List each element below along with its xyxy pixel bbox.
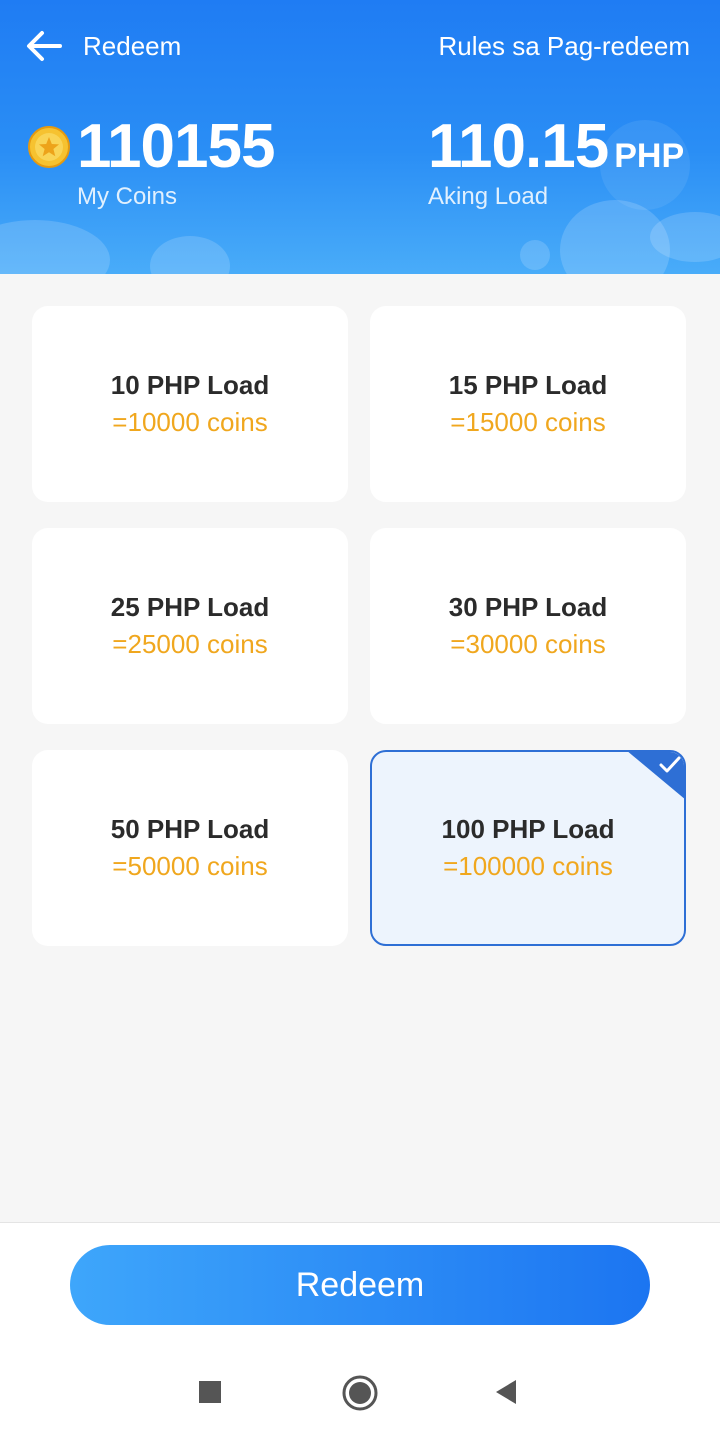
rules-link[interactable]: Rules sa Pag-redeem <box>439 30 690 62</box>
load-option-card[interactable]: 25 PHP Load =25000 coins <box>32 528 348 724</box>
redeem-button[interactable]: Redeem <box>70 1245 650 1325</box>
arrow-left-icon <box>27 31 62 61</box>
option-cost: =15000 coins <box>450 407 606 437</box>
option-cost: =50000 coins <box>112 851 268 881</box>
option-cost: =30000 coins <box>450 629 606 659</box>
page-title: Redeem <box>83 31 182 61</box>
selected-corner-badge <box>628 752 684 799</box>
option-cost: =10000 coins <box>112 407 268 437</box>
load-option-card[interactable]: 10 PHP Load =10000 coins <box>32 306 348 502</box>
coins-balance: 110155 <box>77 112 275 181</box>
decor-bubble <box>520 240 550 270</box>
circle-icon[interactable] <box>341 1374 379 1412</box>
triangle-back-icon[interactable] <box>494 1379 518 1405</box>
option-name: 10 PHP Load <box>110 370 270 400</box>
option-name: 15 PHP Load <box>448 370 608 400</box>
bottom-action-bar: Redeem <box>0 1222 720 1344</box>
header: Redeem Rules sa Pag-redeem 110155 My Coi… <box>0 0 720 274</box>
decor-bubble <box>150 236 230 274</box>
option-cost: =100000 coins <box>443 851 613 881</box>
option-name: 50 PHP Load <box>110 814 270 844</box>
square-icon[interactable] <box>198 1380 222 1404</box>
system-nav-bar <box>0 1344 720 1440</box>
option-name: 100 PHP Load <box>441 814 615 844</box>
load-option-card[interactable]: 30 PHP Load =30000 coins <box>370 528 686 724</box>
load-option-card[interactable]: 50 PHP Load =50000 coins <box>32 750 348 946</box>
load-label: Aking Load <box>428 183 549 210</box>
option-cost: =25000 coins <box>112 629 268 659</box>
option-name: 30 PHP Load <box>448 592 608 622</box>
coins-label: My Coins <box>77 183 178 210</box>
load-option-card[interactable]: 15 PHP Load =15000 coins <box>370 306 686 502</box>
gold-coin-star-icon <box>28 126 70 168</box>
load-unit: PHP <box>614 137 685 175</box>
load-amount: 110.15 <box>428 112 609 181</box>
decor-bubble <box>0 220 110 274</box>
back-button[interactable] <box>24 28 64 64</box>
option-name: 25 PHP Load <box>110 592 270 622</box>
load-option-card-selected[interactable]: 100 PHP Load =100000 coins <box>370 750 686 946</box>
top-bar: Redeem Rules sa Pag-redeem <box>0 0 720 92</box>
